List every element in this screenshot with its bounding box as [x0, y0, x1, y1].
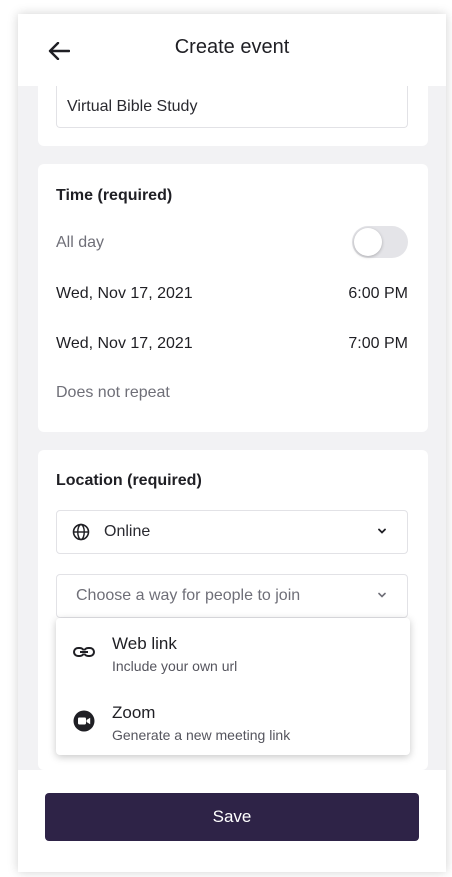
start-date[interactable]: Wed, Nov 17, 2021 [56, 285, 193, 303]
location-type-select[interactable]: Online [56, 510, 408, 554]
start-time[interactable]: 6:00 PM [348, 285, 408, 303]
repeat-option[interactable]: Does not repeat [56, 384, 170, 402]
event-name-input[interactable]: Virtual Bible Study [56, 86, 408, 128]
link-icon [73, 647, 95, 657]
chevron-down-icon [378, 592, 386, 598]
video-camera-icon [73, 710, 95, 732]
location-section-title: Location (required) [56, 472, 202, 489]
menu-item-web-link[interactable]: Web link Include your own url [56, 618, 410, 686]
web-link-description: Include your own url [112, 658, 238, 674]
menu-item-zoom[interactable]: Zoom Generate a new meeting link [56, 687, 410, 755]
zoom-label: Zoom [112, 703, 156, 722]
join-method-placeholder: Choose a way for people to join [76, 587, 301, 604]
time-card: Time (required) All day Wed, Nov 17, 202… [38, 164, 428, 432]
join-method-select[interactable]: Choose a way for people to join [56, 574, 408, 618]
location-type-value: Online [104, 523, 151, 540]
globe-icon [72, 523, 90, 541]
footer-bar: Save [18, 770, 446, 872]
end-date[interactable]: Wed, Nov 17, 2021 [56, 335, 193, 353]
end-time[interactable]: 7:00 PM [348, 335, 408, 353]
web-link-label: Web link [112, 634, 177, 653]
page-title: Create event [174, 36, 290, 58]
join-method-menu: Web link Include your own url Zoom Gener… [56, 618, 410, 755]
time-section-title: Time (required) [56, 187, 173, 204]
event-name-value: Virtual Bible Study [67, 97, 198, 115]
toggle-knob [354, 228, 382, 256]
app-header: Create event [18, 14, 446, 86]
zoom-description: Generate a new meeting link [112, 727, 291, 743]
all-day-label: All day [56, 234, 105, 251]
all-day-toggle[interactable] [352, 226, 408, 258]
save-button[interactable]: Save [45, 793, 419, 841]
app-screen: Create event Virtual Bible Study Time (r… [18, 14, 446, 872]
chevron-down-icon [378, 528, 386, 534]
event-name-card: Virtual Bible Study [38, 86, 428, 146]
